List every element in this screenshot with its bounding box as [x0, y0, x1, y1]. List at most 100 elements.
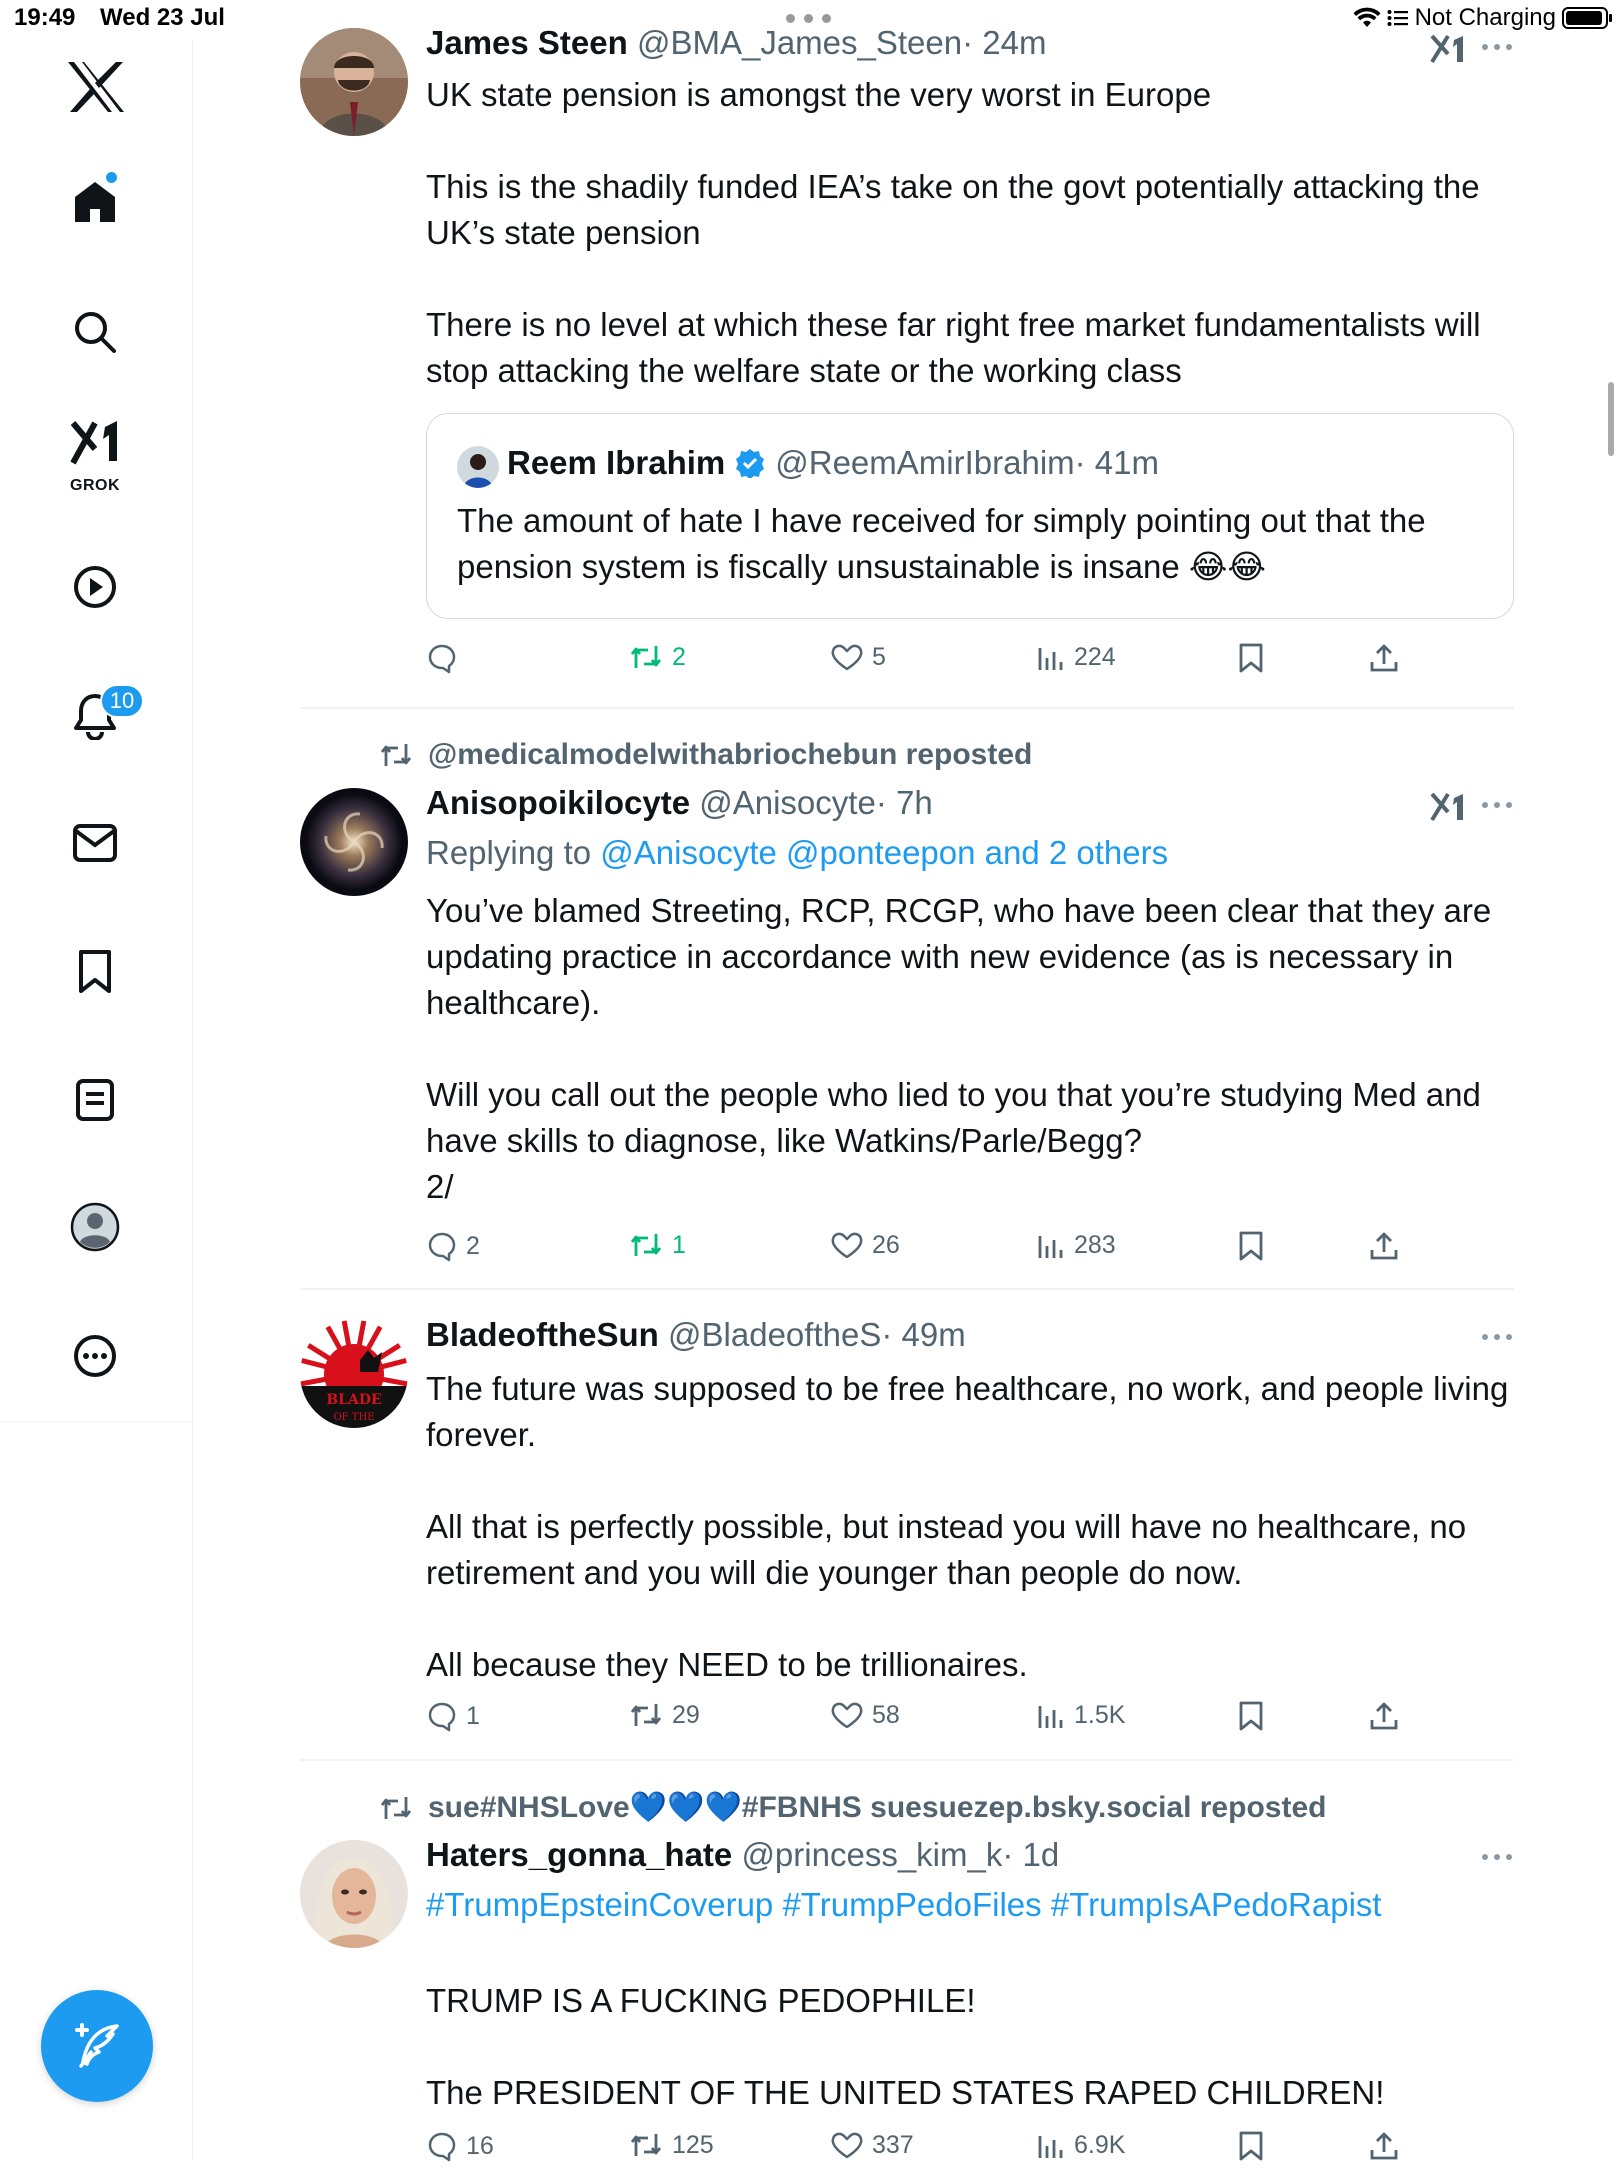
reply-count: 2	[466, 1231, 480, 1260]
tweet-text: UK state pension is amongst the very wor…	[426, 76, 1481, 389]
tweet-actions: 16 125 337 6.9K	[426, 2130, 1426, 2170]
sidebar-item-messages[interactable]	[55, 803, 135, 883]
tweet[interactable]: James Steen @BMA_James_Steen· 24m UK sta…	[300, 22, 1514, 702]
like-button[interactable]: 5	[830, 642, 886, 672]
grok-explain-icon[interactable]	[1430, 34, 1466, 64]
grok-explain-icon[interactable]	[1430, 792, 1466, 822]
bookmark-icon	[1239, 643, 1263, 673]
tweet-time[interactable]: · 1d	[1002, 1836, 1059, 1873]
status-date: Wed 23 Jul	[100, 4, 225, 31]
author-avatar[interactable]	[300, 788, 408, 896]
grok-icon	[70, 421, 117, 465]
author-avatar[interactable]: BLADE OF THE	[300, 1320, 408, 1428]
bookmark-button[interactable]	[1238, 2130, 1264, 2162]
author-name[interactable]: Haters_gonna_hate	[426, 1836, 732, 1873]
author-name[interactable]: Anisopoikilocyte	[426, 784, 690, 821]
heart-icon	[831, 2132, 863, 2159]
bookmark-icon	[79, 950, 111, 993]
share-button[interactable]	[1368, 642, 1400, 674]
like-button[interactable]: 26	[830, 1230, 900, 1260]
bookmark-icon	[1239, 1701, 1263, 1731]
tweet[interactable]: sue#NHSLove💙💙💙#FBNHS suesuezep.bsky.soci…	[300, 1784, 1514, 2162]
tweet-header: James Steen @BMA_James_Steen· 24m	[426, 24, 1046, 62]
tweet-header: BladeoftheSun @BladeoftheS· 49m	[426, 1316, 966, 1354]
repost-button[interactable]: 1	[628, 1230, 686, 1260]
quote-author-handle: @ReemAmirIbrahim	[775, 444, 1075, 481]
bookmark-button[interactable]	[1238, 642, 1264, 674]
views-count: 283	[1074, 1230, 1116, 1259]
share-button[interactable]	[1368, 1230, 1400, 1262]
grok-label: GROK	[70, 477, 120, 494]
tweet-time[interactable]: · 7h	[876, 784, 933, 821]
share-button[interactable]	[1368, 1700, 1400, 1732]
author-avatar[interactable]	[300, 1840, 408, 1948]
author-handle[interactable]: @Anisocyte	[699, 784, 876, 821]
sidebar-item-home[interactable]	[55, 162, 135, 242]
author-handle[interactable]: @BMA_James_Steen	[637, 24, 962, 61]
reply-button[interactable]: 2	[426, 1230, 480, 1262]
share-button[interactable]	[1368, 2130, 1400, 2162]
search-icon	[75, 312, 116, 353]
quote-header: Reem Ibrahim @ReemAmirIbrahim· 41m	[507, 444, 1159, 482]
share-icon	[1370, 2132, 1398, 2160]
tweet[interactable]: BLADE OF THE BladeoftheSun @BladeoftheS· …	[300, 1312, 1514, 1732]
sidebar-item-video[interactable]	[55, 547, 135, 627]
more-options-icon[interactable]	[1480, 800, 1514, 810]
feed-scrollbar[interactable]	[1608, 382, 1614, 456]
more-options-icon[interactable]	[1480, 1332, 1514, 1342]
views-bar-icon	[1038, 1236, 1063, 1258]
notifications-badge: 10	[100, 684, 144, 718]
author-avatar[interactable]	[300, 28, 408, 136]
repost-icon	[630, 2134, 662, 2156]
reposted-by[interactable]: @medicalmodelwithabriochebun reposted	[428, 738, 1032, 772]
tweet-time[interactable]: · 24m	[962, 24, 1046, 61]
tweet-time[interactable]: · 49m	[881, 1316, 965, 1353]
reposted-by[interactable]: sue#NHSLove💙💙💙#FBNHS suesuezep.bsky.soci…	[428, 1790, 1326, 1825]
reply-button[interactable]: 16	[426, 2130, 494, 2162]
like-button[interactable]: 58	[830, 1700, 900, 1730]
mail-icon	[73, 824, 117, 862]
status-time: 19:49	[14, 4, 76, 31]
author-name[interactable]: BladeoftheSun	[426, 1316, 659, 1353]
tweet-header: Haters_gonna_hate @princess_kim_k· 1d	[426, 1836, 1059, 1874]
views-button[interactable]: 6.9K	[1036, 2130, 1125, 2160]
reply-button[interactable]: 1	[426, 1700, 480, 1732]
sidebar-item-bookmarks[interactable]	[55, 932, 135, 1012]
like-count: 26	[872, 1230, 900, 1259]
author-handle[interactable]: @BladeoftheS	[668, 1316, 881, 1353]
more-options-icon[interactable]	[1480, 1852, 1514, 1862]
bookmark-button[interactable]	[1238, 1700, 1264, 1732]
avatar-text-line-2: OF THE	[333, 1412, 374, 1423]
views-button[interactable]: 224	[1036, 642, 1116, 672]
x-logo-icon[interactable]	[66, 60, 126, 114]
sidebar-item-lists[interactable]	[55, 1060, 135, 1140]
like-button[interactable]: 337	[830, 2130, 914, 2160]
more-circle-icon	[74, 1335, 116, 1377]
bookmark-button[interactable]	[1238, 1230, 1264, 1262]
replying-to-users[interactable]: @Anisocyte @ponteepon and 2 others	[600, 834, 1168, 871]
repost-count: 2	[672, 642, 686, 671]
compose-post-button[interactable]	[41, 1990, 153, 2102]
repost-button[interactable]: 125	[628, 2130, 714, 2160]
tweet[interactable]: @medicalmodelwithabriochebun reposted An…	[300, 732, 1514, 1262]
repost-button[interactable]: 2	[628, 642, 686, 672]
reply-button[interactable]	[426, 642, 466, 674]
sidebar-item-search[interactable]	[55, 292, 135, 372]
sidebar-item-more[interactable]	[55, 1316, 135, 1396]
repost-button[interactable]: 29	[628, 1700, 700, 1730]
views-button[interactable]: 283	[1036, 1230, 1116, 1260]
verified-badge-icon	[736, 449, 765, 478]
share-icon	[1370, 1232, 1398, 1260]
like-count: 58	[872, 1700, 900, 1729]
views-button[interactable]: 1.5K	[1036, 1700, 1125, 1730]
sidebar-item-grok[interactable]	[55, 404, 135, 484]
tweet-hashtags[interactable]: #TrumpEpsteinCoverup #TrumpPedoFiles #Tr…	[426, 1886, 1382, 1924]
repost-icon	[380, 744, 412, 766]
tweet-divider	[300, 1288, 1514, 1290]
author-handle[interactable]: @princess_kim_k	[741, 1836, 1002, 1873]
reply-icon	[428, 1232, 456, 1262]
more-options-icon[interactable]	[1480, 42, 1514, 52]
sidebar-item-profile[interactable]	[55, 1187, 135, 1267]
author-name[interactable]: James Steen	[426, 24, 628, 61]
quoted-tweet[interactable]: Reem Ibrahim @ReemAmirIbrahim· 41m The a…	[426, 413, 1514, 619]
